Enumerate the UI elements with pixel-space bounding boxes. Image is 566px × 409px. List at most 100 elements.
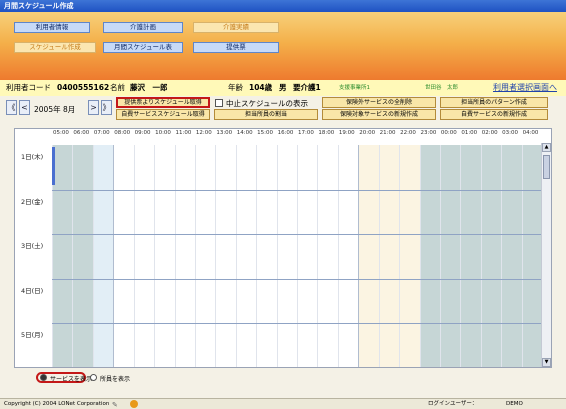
hour-gridline xyxy=(113,145,115,367)
manager-name: 世田谷 太郎 xyxy=(425,85,459,91)
time-band xyxy=(92,145,114,367)
hour-label: 16:00 xyxy=(277,130,294,136)
time-band xyxy=(480,145,502,367)
time-band xyxy=(52,145,73,367)
hour-gridline xyxy=(501,145,503,367)
hour-gridline xyxy=(419,145,421,367)
last-month-button[interactable]: 》 xyxy=(101,100,112,115)
tab-user-info[interactable]: 利用者情報 xyxy=(14,22,90,33)
current-day-marker xyxy=(52,147,55,185)
hour-label: 21:00 xyxy=(379,130,396,136)
gender-value: 男 xyxy=(279,83,287,92)
hour-gridline xyxy=(276,145,278,367)
tab-service-ticket[interactable]: 提供票 xyxy=(193,42,279,53)
hour-gridline xyxy=(256,145,258,367)
pen-icon: ✎ xyxy=(112,401,118,409)
hour-label: 09:00 xyxy=(134,130,151,136)
hour-label: 12:00 xyxy=(195,130,212,136)
assign-staff-button[interactable]: 担当所員の割当 xyxy=(214,109,318,120)
hour-label: 08:00 xyxy=(114,130,131,136)
time-band xyxy=(399,145,420,367)
name-label: 名前 xyxy=(110,83,125,92)
hour-gridline xyxy=(297,145,298,367)
hour-label: 15:00 xyxy=(257,130,274,136)
time-band xyxy=(72,145,94,367)
hour-gridline xyxy=(72,145,74,367)
hour-label: 18:00 xyxy=(318,130,335,136)
day-row-line xyxy=(52,323,542,324)
time-band xyxy=(276,145,298,367)
time-band xyxy=(439,145,461,367)
timeline-area[interactable] xyxy=(52,145,543,367)
scroll-thumb[interactable] xyxy=(543,155,550,179)
hour-label: 20:00 xyxy=(359,130,376,136)
hour-gridline xyxy=(399,145,401,367)
time-band xyxy=(174,145,196,367)
show-cancelled-checkbox[interactable] xyxy=(215,99,223,107)
coin-icon xyxy=(130,400,138,408)
time-band xyxy=(133,145,155,367)
hour-label: 07:00 xyxy=(93,130,110,136)
hour-gridline xyxy=(154,145,156,367)
display-mode-row: サービスを表示 所員を表示 xyxy=(0,370,566,398)
scroll-up-icon[interactable]: ▲ xyxy=(542,143,551,152)
day-label: 3日(土) xyxy=(21,242,44,250)
time-band xyxy=(215,145,237,367)
day-row-line xyxy=(52,278,542,280)
hour-gridline xyxy=(521,145,523,367)
next-month-button[interactable]: > xyxy=(88,100,99,115)
age-label: 年齢 xyxy=(228,83,243,92)
user-code-value: 0400555162 xyxy=(57,83,110,92)
hour-label: 22:00 xyxy=(400,130,416,136)
delete-all-insurance-button[interactable]: 保険外サービスの全削除 xyxy=(322,97,436,108)
time-band xyxy=(460,145,482,367)
get-from-ticket-button[interactable]: 提供票よりスケジュール取得 xyxy=(116,97,210,108)
service-radio[interactable] xyxy=(40,374,47,381)
hour-label: 13:00 xyxy=(216,130,233,136)
hour-gridline xyxy=(460,145,462,367)
navigation-band: 利用者情報 介護計画 介護実績 スケジュール作成 月間スケジュール表 提供票 xyxy=(0,12,566,80)
show-cancelled-label: 中止スケジュールの表示 xyxy=(226,99,308,108)
time-band xyxy=(501,145,523,367)
time-band xyxy=(256,145,278,367)
day-label: 2日(金) xyxy=(21,197,44,206)
scroll-down-icon[interactable]: ▼ xyxy=(542,358,551,367)
new-insurance-service-button[interactable]: 保険対象サービスの新規作成 xyxy=(322,109,436,120)
time-band xyxy=(194,145,216,367)
hour-gridline xyxy=(358,145,360,367)
tab-care-plan[interactable]: 介護計画 xyxy=(103,22,183,33)
hour-gridline xyxy=(194,145,196,367)
staff-radio[interactable] xyxy=(90,374,97,381)
tab-care-results[interactable]: 介護実績 xyxy=(193,22,279,33)
login-label: ログインユーザー： xyxy=(428,401,478,407)
time-band xyxy=(113,145,135,367)
hour-gridline xyxy=(215,145,217,367)
prev-month-button[interactable]: < xyxy=(19,100,30,115)
login-user: DEMO xyxy=(506,401,523,407)
copyright-text: Copyright (C) 2004 LONet Corporation xyxy=(4,401,110,407)
hour-label: 00:00 xyxy=(440,130,457,136)
hour-gridline xyxy=(133,145,135,367)
new-self-service-button[interactable]: 自費サービスの新規作成 xyxy=(440,109,548,120)
hour-label: 11:00 xyxy=(175,130,192,136)
schedule-grid: 05:00 06:00 07:00 08:00 09:00 10:00 11:00 12:00… xyxy=(14,128,552,368)
vertical-scrollbar[interactable]: ▲ ▼ xyxy=(541,143,551,367)
hour-label: 01:00 xyxy=(461,130,478,136)
hour-label: 06:00 xyxy=(73,130,90,136)
window-title: 月間スケジュール作成 xyxy=(0,0,566,12)
day-label: 5日(月) xyxy=(21,331,44,339)
get-self-service-button[interactable]: 自費サービススケジュール取得 xyxy=(116,109,210,120)
tab-monthly-schedule[interactable]: 月間スケジュール表 xyxy=(103,42,183,53)
time-band xyxy=(297,145,318,367)
first-month-button[interactable]: 《 xyxy=(6,100,17,115)
hour-gridline xyxy=(317,145,319,367)
day-row-line xyxy=(52,189,542,191)
age-value: 104歳 xyxy=(249,83,273,92)
hour-gridline xyxy=(92,145,94,367)
user-select-link[interactable]: 利用者選択画面へ xyxy=(493,80,557,96)
tab-schedule-create[interactable]: スケジュール作成 xyxy=(14,42,96,53)
hour-label: 10:00 xyxy=(155,130,171,136)
hour-label: 04:00 xyxy=(522,130,539,136)
staff-pattern-button[interactable]: 担当所員のパターン作成 xyxy=(440,97,548,108)
control-row: 《 < 2005年 8月 > 》 提供票よりスケジュール取得 自費サービススケジ… xyxy=(0,96,566,124)
